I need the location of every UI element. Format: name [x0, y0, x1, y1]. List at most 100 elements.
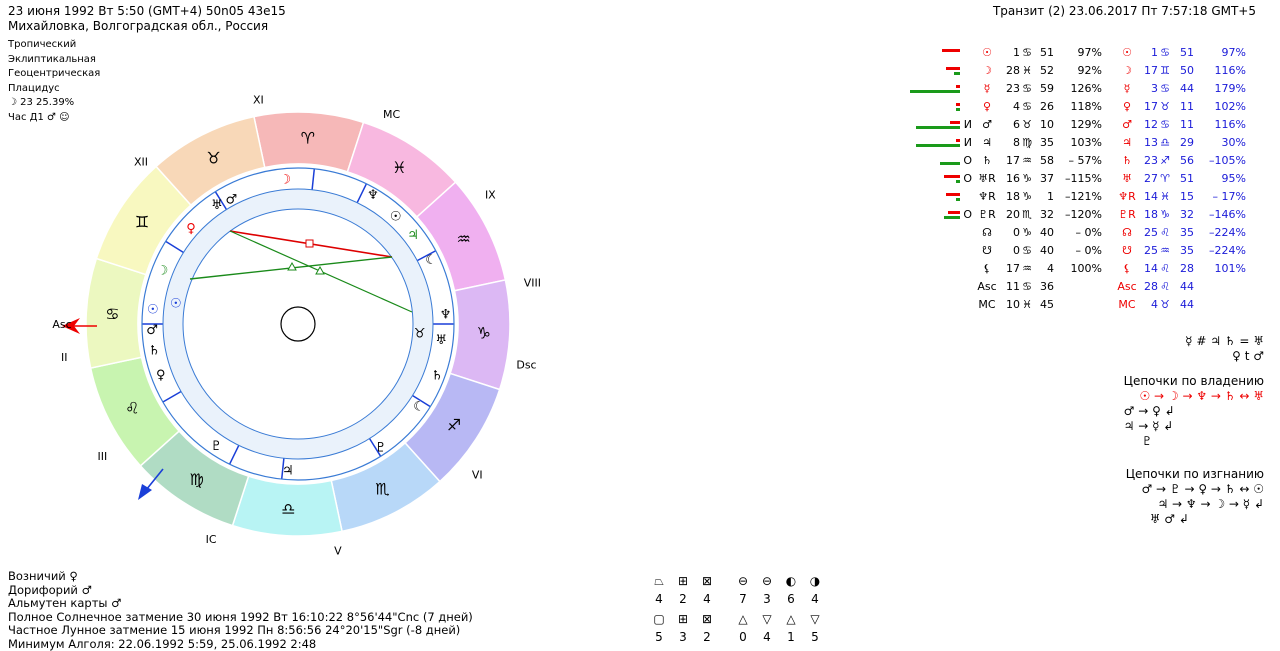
planet-glyph[interactable]: ☽: [279, 173, 291, 188]
position-cell-m2: 35: [1172, 242, 1194, 260]
position-cell-p2: –146%: [1196, 206, 1246, 224]
position-row[interactable]: ♀4♋26118%♀17♉11102%: [900, 98, 1260, 116]
planet-glyph[interactable]: ♇: [211, 439, 223, 454]
chart-wheel[interactable]: ♈♓♒♑♐♏♎♍♌♋♊♉ XIMCIXVIIIDscVIVICIIIIIAscX…: [40, 80, 560, 560]
position-row[interactable]: И♂6♉10129%♂12♋11116%: [900, 116, 1260, 134]
charioteer-line: Возничий ♀: [8, 570, 473, 584]
planet-glyph[interactable]: ♇: [375, 441, 387, 456]
position-cell-m2: 15: [1172, 188, 1194, 206]
position-cell-s2: ♒: [1158, 242, 1172, 260]
position-cell-g2: ⚸: [1114, 260, 1140, 278]
position-cell-g1: ☿: [974, 80, 1000, 98]
earth-center: [281, 307, 315, 341]
planet-glyph[interactable]: ☾: [413, 400, 425, 415]
position-cell-p1: 103%: [1058, 134, 1102, 152]
position-row[interactable]: Asc11♋36Asc28♌44: [900, 278, 1260, 296]
position-cell-m1: 10: [1034, 116, 1054, 134]
planet-glyph[interactable]: ♀: [186, 222, 196, 237]
position-row[interactable]: ☿23♋59126%☿3♋44179%: [900, 80, 1260, 98]
planet-glyph[interactable]: ♅: [211, 198, 223, 213]
planet-glyph[interactable]: ♀: [156, 368, 166, 383]
weight-bar-green: [916, 126, 960, 129]
position-cell-g2: ♀: [1114, 98, 1140, 116]
position-cell-p1: 126%: [1058, 80, 1102, 98]
solar-eclipse-line: Полное Солнечное затмение 30 июня 1992 В…: [8, 611, 473, 625]
position-row[interactable]: И♃8♍35103%♃13♎2930%: [900, 134, 1260, 152]
aspect-square-marker: [306, 240, 313, 247]
position-cell-icon_l: О: [960, 206, 972, 224]
position-cell-m2: 56: [1172, 152, 1194, 170]
position-cell-n1: 1: [1002, 44, 1020, 62]
position-cell-g2: ♂: [1114, 116, 1140, 134]
position-cell-m1: 40: [1034, 224, 1054, 242]
transit-header: Транзит (2) 23.06.2017 Пт 7:57:18 GMT+5: [993, 4, 1256, 18]
house-cusp-tick: [357, 184, 366, 203]
position-cell-m2: 11: [1172, 116, 1194, 134]
planet-glyph[interactable]: ♆: [440, 308, 452, 323]
planet-glyph[interactable]: ☉: [390, 210, 402, 225]
planet-glyph[interactable]: ♂: [226, 193, 238, 208]
position-cell-m1: 36: [1034, 278, 1054, 296]
planet-glyph[interactable]: ♄: [148, 343, 160, 358]
position-cell-g2: ♅: [1114, 170, 1140, 188]
planet-glyph[interactable]: ☽: [157, 263, 169, 278]
chains-rulership-title: Цепочки по владению: [1124, 374, 1264, 389]
position-cell-p1: – 0%: [1058, 242, 1102, 260]
relation-line-1: ☿ # ♃ ♄ = ♅: [1185, 334, 1264, 349]
planet-glyph[interactable]: ☉: [147, 303, 159, 318]
quadrant-icon: ⊖: [734, 574, 752, 588]
position-cell-s2: ♉: [1158, 296, 1172, 314]
position-cell-p1: 92%: [1058, 62, 1102, 80]
position-row[interactable]: ☋0♋40– 0%☋25♒35–224%: [900, 242, 1260, 260]
position-cell-p1: 129%: [1058, 116, 1102, 134]
house-cusp-tick: [166, 241, 184, 252]
planet-glyph[interactable]: ☉: [170, 296, 182, 311]
quadrant-value: 6: [782, 592, 800, 606]
position-cell-g1: ☊: [974, 224, 1000, 242]
house-cusp-tick: [163, 392, 181, 403]
position-cell-m2: 44: [1172, 278, 1194, 296]
house-label: IC: [206, 533, 217, 546]
position-row[interactable]: ☊0♑40– 0%☊25♌35–224%: [900, 224, 1260, 242]
position-cell-s2: ♐: [1158, 152, 1172, 170]
quadrant-value: 5: [650, 630, 668, 644]
planet-glyph[interactable]: ♉: [414, 327, 426, 342]
position-cell-s1: ♑: [1020, 170, 1034, 188]
planet-glyph[interactable]: ♆: [367, 188, 379, 203]
position-cell-s2: ♋: [1158, 116, 1172, 134]
planet-glyph[interactable]: ♃: [282, 464, 294, 479]
sign-glyph: ♒: [457, 230, 471, 249]
position-row[interactable]: MC10♓45MC4♉44: [900, 296, 1260, 314]
sign-glyph: ♑: [477, 324, 491, 343]
lunar-eclipse-line: Частное Лунное затмение 15 июня 1992 Пн …: [8, 624, 473, 638]
position-row[interactable]: ⚸17♒4100%⚸14♌28101%: [900, 260, 1260, 278]
planet-glyph[interactable]: ♅: [435, 333, 447, 348]
position-row[interactable]: ♆R18♑1–121%♆R14♓15– 17%: [900, 188, 1260, 206]
chain-exile-3: ♅ ♂ ↲: [1126, 512, 1264, 527]
position-cell-p1: –120%: [1058, 206, 1102, 224]
position-cell-s2: ♋: [1158, 80, 1172, 98]
position-cell-p2: –105%: [1196, 152, 1246, 170]
position-row[interactable]: ☉1♋5197%☉1♋5197%: [900, 44, 1260, 62]
planet-glyph[interactable]: ♄: [431, 369, 443, 384]
position-row[interactable]: О♅R16♑37–115%♅27♈5195%: [900, 170, 1260, 188]
weight-bar-red: [942, 49, 960, 52]
position-cell-m2: 29: [1172, 134, 1194, 152]
position-cell-g1: ♄: [974, 152, 1000, 170]
quadrant-value: 4: [698, 592, 716, 606]
sign-glyph: ♎: [281, 500, 295, 519]
position-cell-g1: ♂: [974, 116, 1000, 134]
position-row[interactable]: О♄17♒58– 57%♄23♐56–105%: [900, 152, 1260, 170]
position-row[interactable]: О♇R20♏32–120%♇R18♑32–146%: [900, 206, 1260, 224]
planet-glyph[interactable]: ♂: [146, 323, 158, 338]
quadrant-icon: ▽: [758, 612, 776, 626]
position-row[interactable]: ☽28♓5292%☽17♊50116%: [900, 62, 1260, 80]
position-cell-s1: ♑: [1020, 188, 1034, 206]
position-cell-s2: ♑: [1158, 206, 1172, 224]
weight-bar-red: [946, 193, 960, 196]
position-cell-icon_l: О: [960, 152, 972, 170]
planet-glyph[interactable]: ☾: [425, 253, 437, 268]
planet-glyph[interactable]: ♃: [407, 228, 419, 243]
position-cell-n1: 0: [1002, 242, 1020, 260]
chain-rule-1: ☉ → ☽ → ♆ → ♄ ↔ ♅: [1124, 389, 1264, 404]
